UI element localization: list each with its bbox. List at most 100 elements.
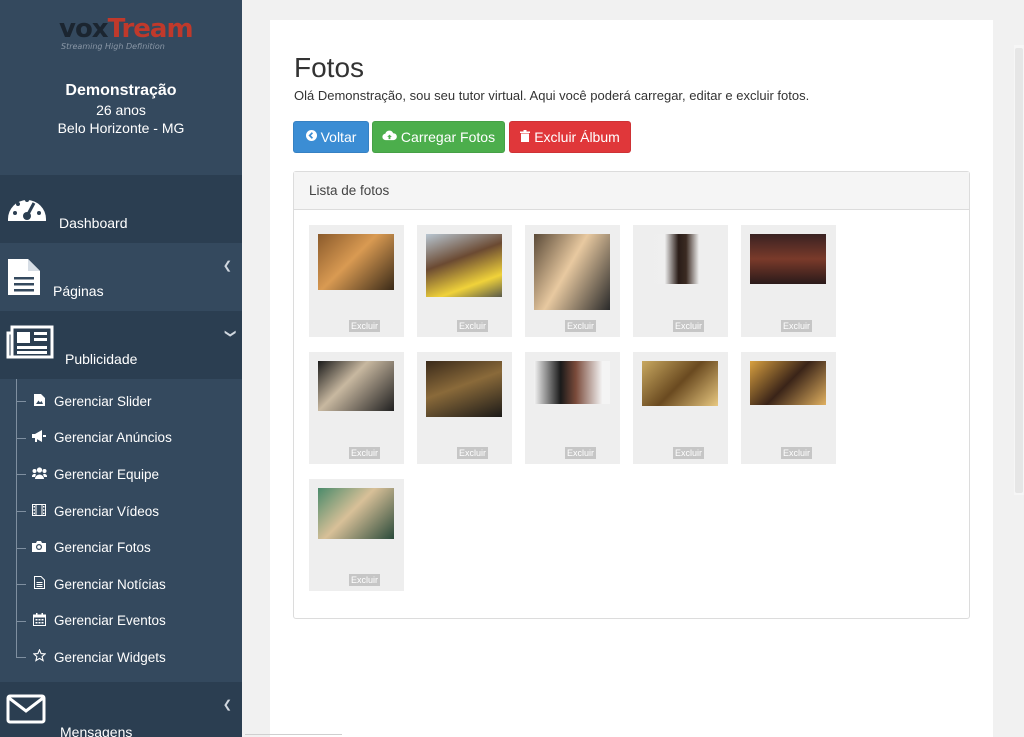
panel-title: Lista de fotos	[294, 172, 969, 210]
back-button-label: Voltar	[320, 129, 357, 145]
photo-thumbnail[interactable]	[426, 234, 502, 297]
photo-card[interactable]: Excluir	[741, 352, 836, 464]
photo-card[interactable]: Excluir	[309, 352, 404, 464]
photo-card[interactable]: Excluir	[633, 225, 728, 337]
photo-card[interactable]: Excluir	[417, 225, 512, 337]
arrow-circle-left-icon	[305, 130, 317, 144]
submenu-item-gerenciar-slider[interactable]: Gerenciar Slider	[0, 383, 242, 420]
profile-block: voxTream Streaming High Definition Demon…	[0, 0, 242, 175]
delete-album-button[interactable]: Excluir Álbum	[509, 121, 631, 153]
brand-logo[interactable]: voxTream Streaming High Definition	[59, 14, 194, 56]
photo-thumbnail[interactable]	[750, 234, 826, 284]
photo-thumbnail[interactable]	[318, 234, 394, 290]
submenu-item-gerenciar-eventos[interactable]: Gerenciar Eventos	[0, 603, 242, 640]
delete-photo-button[interactable]: Excluir	[349, 574, 381, 586]
publicidade-submenu: Gerenciar Slider Gerenciar Anúncios Gerenc…	[0, 379, 242, 682]
sidebar-item-label: Dashboard	[59, 215, 128, 231]
photo-card[interactable]: Excluir	[633, 352, 728, 464]
delete-photo-button[interactable]: Excluir	[457, 320, 489, 332]
photo-thumbnail[interactable]	[318, 488, 394, 539]
star-icon	[31, 648, 47, 665]
submenu-item-gerenciar-anuncios[interactable]: Gerenciar Anúncios	[0, 420, 242, 457]
submenu-item-gerenciar-noticias[interactable]: Gerenciar Notícias	[0, 566, 242, 603]
calendar-icon	[31, 612, 47, 629]
submenu-tree-tick	[16, 620, 26, 622]
profile-location: Belo Horizonte - MG	[57, 120, 185, 136]
cloud-upload-icon	[382, 130, 397, 144]
photo-thumbnail[interactable]	[750, 361, 826, 405]
photo-card[interactable]: Excluir	[741, 225, 836, 337]
sidebar-item-label: Mensagens	[60, 723, 133, 737]
delete-photo-button[interactable]: Excluir	[349, 320, 381, 332]
back-button[interactable]: Voltar	[293, 121, 369, 153]
main-content: Fotos Olá Demonstração, sou seu tutor vi…	[270, 20, 993, 737]
delete-photo-button[interactable]: Excluir	[781, 320, 813, 332]
photo-card[interactable]: Excluir	[309, 479, 404, 591]
submenu-item-label: Gerenciar Widgets	[54, 649, 166, 665]
photo-thumbnail[interactable]	[318, 361, 394, 411]
page-description: Olá Demonstração, sou seu tutor virtual.…	[294, 88, 810, 103]
photo-thumbnail[interactable]	[642, 234, 718, 284]
delete-photo-button[interactable]: Excluir	[349, 447, 381, 459]
submenu-item-label: Gerenciar Equipe	[54, 466, 160, 482]
logo-text-part-1: vox	[59, 14, 109, 44]
submenu-item-label: Gerenciar Fotos	[54, 540, 151, 556]
chevron-left-icon: ❮	[222, 698, 232, 711]
photo-card[interactable]: Excluir	[309, 225, 404, 337]
upload-photos-label: Carregar Fotos	[400, 129, 496, 145]
submenu-tree-tick	[16, 401, 26, 403]
logo-text-part-2: Tream	[107, 14, 194, 44]
photo-card[interactable]: Excluir	[525, 225, 620, 337]
submenu-item-label: Gerenciar Anúncios	[54, 430, 172, 446]
submenu-tree-tick	[16, 511, 26, 513]
logo-tagline: Streaming High Definition	[61, 42, 165, 51]
upload-photos-button[interactable]: Carregar Fotos	[372, 121, 505, 153]
photo-thumbnail[interactable]	[426, 361, 502, 417]
submenu-tree-tick	[16, 474, 26, 476]
photo-thumbnail[interactable]	[534, 361, 610, 404]
page-title: Fotos	[294, 52, 365, 83]
submenu-tree-tick	[16, 547, 26, 549]
submenu-tree-tick	[16, 584, 26, 586]
chevron-left-icon: ❮	[222, 260, 232, 272]
sidebar-item-dashboard[interactable]: Dashboard	[0, 175, 242, 243]
submenu-item-label: Gerenciar Vídeos	[54, 503, 160, 519]
delete-photo-button[interactable]: Excluir	[457, 447, 489, 459]
page-scrollbar-thumb[interactable]	[1015, 48, 1023, 493]
profile-name: Demonstração	[65, 82, 177, 99]
sidebar-item-paginas[interactable]: Páginas ❮	[0, 243, 242, 311]
submenu-item-gerenciar-widgets[interactable]: Gerenciar Widgets	[0, 639, 242, 676]
trash-icon	[520, 129, 531, 145]
photo-thumbnail[interactable]	[642, 361, 718, 406]
delete-photo-button[interactable]: Excluir	[565, 320, 597, 332]
submenu-item-gerenciar-fotos[interactable]: Gerenciar Fotos	[0, 529, 242, 566]
sidebar-item-publicidade[interactable]: Publicidade ❮	[0, 311, 242, 379]
profile-age: 26 anos	[96, 102, 146, 118]
delete-photo-button[interactable]: Excluir	[673, 320, 705, 332]
sidebar-item-label: Páginas	[53, 283, 104, 299]
submenu-item-label: Gerenciar Eventos	[54, 613, 166, 629]
file-text-icon	[6, 257, 42, 302]
sidebar: voxTream Streaming High Definition Demon…	[0, 0, 242, 737]
photo-thumbnail[interactable]	[534, 234, 610, 310]
chevron-down-icon: ❮	[223, 328, 236, 339]
film-icon	[31, 503, 47, 519]
photo-card[interactable]: Excluir	[417, 352, 512, 464]
photo-card[interactable]: Excluir	[525, 352, 620, 464]
file-icon	[31, 576, 47, 592]
delete-album-label: Excluir Álbum	[534, 129, 620, 145]
submenu-tree-tick	[16, 437, 26, 439]
camera-icon	[31, 540, 47, 555]
delete-photo-button[interactable]: Excluir	[673, 447, 705, 459]
newspaper-icon	[6, 325, 54, 364]
delete-photo-button[interactable]: Excluir	[781, 447, 813, 459]
delete-photo-button[interactable]: Excluir	[565, 447, 597, 459]
dashboard-gauge-icon	[6, 189, 48, 228]
submenu-item-gerenciar-equipe[interactable]: Gerenciar Equipe	[0, 456, 242, 493]
envelope-icon	[6, 694, 46, 729]
submenu-item-gerenciar-videos[interactable]: Gerenciar Vídeos	[0, 493, 242, 530]
bottom-divider	[245, 734, 342, 735]
photo-list-panel: Lista de fotos Excluir Excluir Excluir Excl…	[293, 171, 970, 619]
sidebar-item-mensagens[interactable]: Mensagens ❮	[0, 681, 242, 737]
submenu-item-label: Gerenciar Slider	[54, 393, 152, 409]
